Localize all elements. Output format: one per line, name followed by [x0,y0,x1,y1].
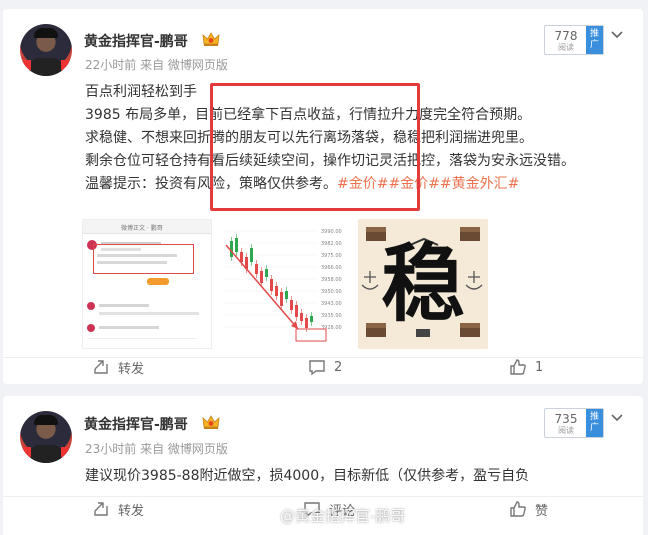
repost-button[interactable]: 转发 [92,355,144,379]
read-label: 阅读 [558,426,574,435]
read-count-badge[interactable]: 735 阅读 推广 [544,408,604,438]
read-count: 778 [554,29,578,43]
read-count-badge[interactable]: 778 阅读 推广 [544,25,604,55]
like-label: 赞 [535,503,549,519]
candle-body [300,313,303,321]
read-count: 735 [554,412,578,426]
candle-body [265,269,268,277]
price-tick-label: 3966.00 [321,265,342,271]
repost-label: 转发 [118,503,145,519]
candle-body [285,291,288,299]
author-name[interactable]: 黄金指挥官-鹏哥 [84,31,188,51]
candle-body [230,241,233,257]
price-tick-label: 3982.00 [321,241,342,247]
post-text-line: 建议现价3985-88附近做空，损4000，目标新低（仅供参考，盈亏自负 [85,468,530,484]
candle-body [295,305,298,317]
post-image-stable[interactable]: 稳 [358,219,488,349]
candle-body [240,252,243,262]
weibo-logo-icon [258,511,274,523]
thumbs-up-icon [510,359,526,375]
price-tick-label: 3990.00 [321,229,342,235]
weibo-post-card: 黄金指挥官-鹏哥 22小时前 来自 微博网页版 778 阅读 推广 百点利润轻松… [3,9,643,384]
chevron-down-icon[interactable] [610,410,624,424]
repost-label: 转发 [118,361,145,377]
screenshot-title: 微博正文 · 鹏哥 [121,225,163,232]
avatar[interactable] [20,411,72,463]
stability-character: 稳 [380,234,465,333]
repost-icon [94,360,108,374]
author-name[interactable]: 黄金指挥官-鹏哥 [84,414,188,434]
like-button[interactable]: 赞 [509,497,548,521]
price-tick-label: 3958.00 [321,277,342,283]
chevron-down-icon[interactable] [610,27,624,41]
thumbs-up-icon [510,501,526,517]
vip-crown-icon [202,32,220,46]
post-meta: 22小时前 来自 微博网页版 [85,58,228,72]
candle-body [280,292,283,306]
post-image-screenshot[interactable]: 微博正文 · 鹏哥 [82,219,212,349]
post-image-chart[interactable]: 3990.00 3982.00 3975.00 3966.00 3958.00 3950.… [220,219,350,349]
candle-body [255,264,258,274]
price-tick-label: 3935.00 [321,313,342,319]
avatar[interactable] [20,24,72,76]
candle-body [305,318,308,328]
highlight-box [210,83,420,211]
read-label: 阅读 [558,43,574,52]
watermark: @黄金指挥官-鹏哥 [258,505,405,526]
candle-body [310,316,313,322]
like-button[interactable]: 1 [509,355,543,379]
candle-body [275,286,278,296]
repost-button[interactable]: 转发 [92,497,144,521]
candle-body [235,238,238,252]
repost-icon [94,502,108,516]
candle-body [270,279,273,291]
price-tick-label: 3950.00 [321,289,342,295]
candle-body [290,300,293,310]
post-meta: 23小时前 来自 微博网页版 [85,442,228,456]
candle-body [260,271,263,283]
price-tick-label: 3943.00 [321,301,342,307]
post-text-line: 百点利润轻松到手 [85,84,197,100]
watermark-text: @黄金指挥官-鹏哥 [280,507,406,525]
like-count: 1 [535,359,544,375]
comment-count: 2 [334,359,343,375]
candle-body [250,248,253,262]
comment-icon [309,360,325,376]
comment-button[interactable]: 2 [308,355,342,379]
promote-button[interactable]: 推广 [586,409,603,437]
price-tick-label: 3975.00 [321,253,342,259]
promote-button[interactable]: 推广 [586,26,603,54]
vip-crown-icon [202,415,220,429]
price-tick-label: 3928.00 [321,325,342,331]
